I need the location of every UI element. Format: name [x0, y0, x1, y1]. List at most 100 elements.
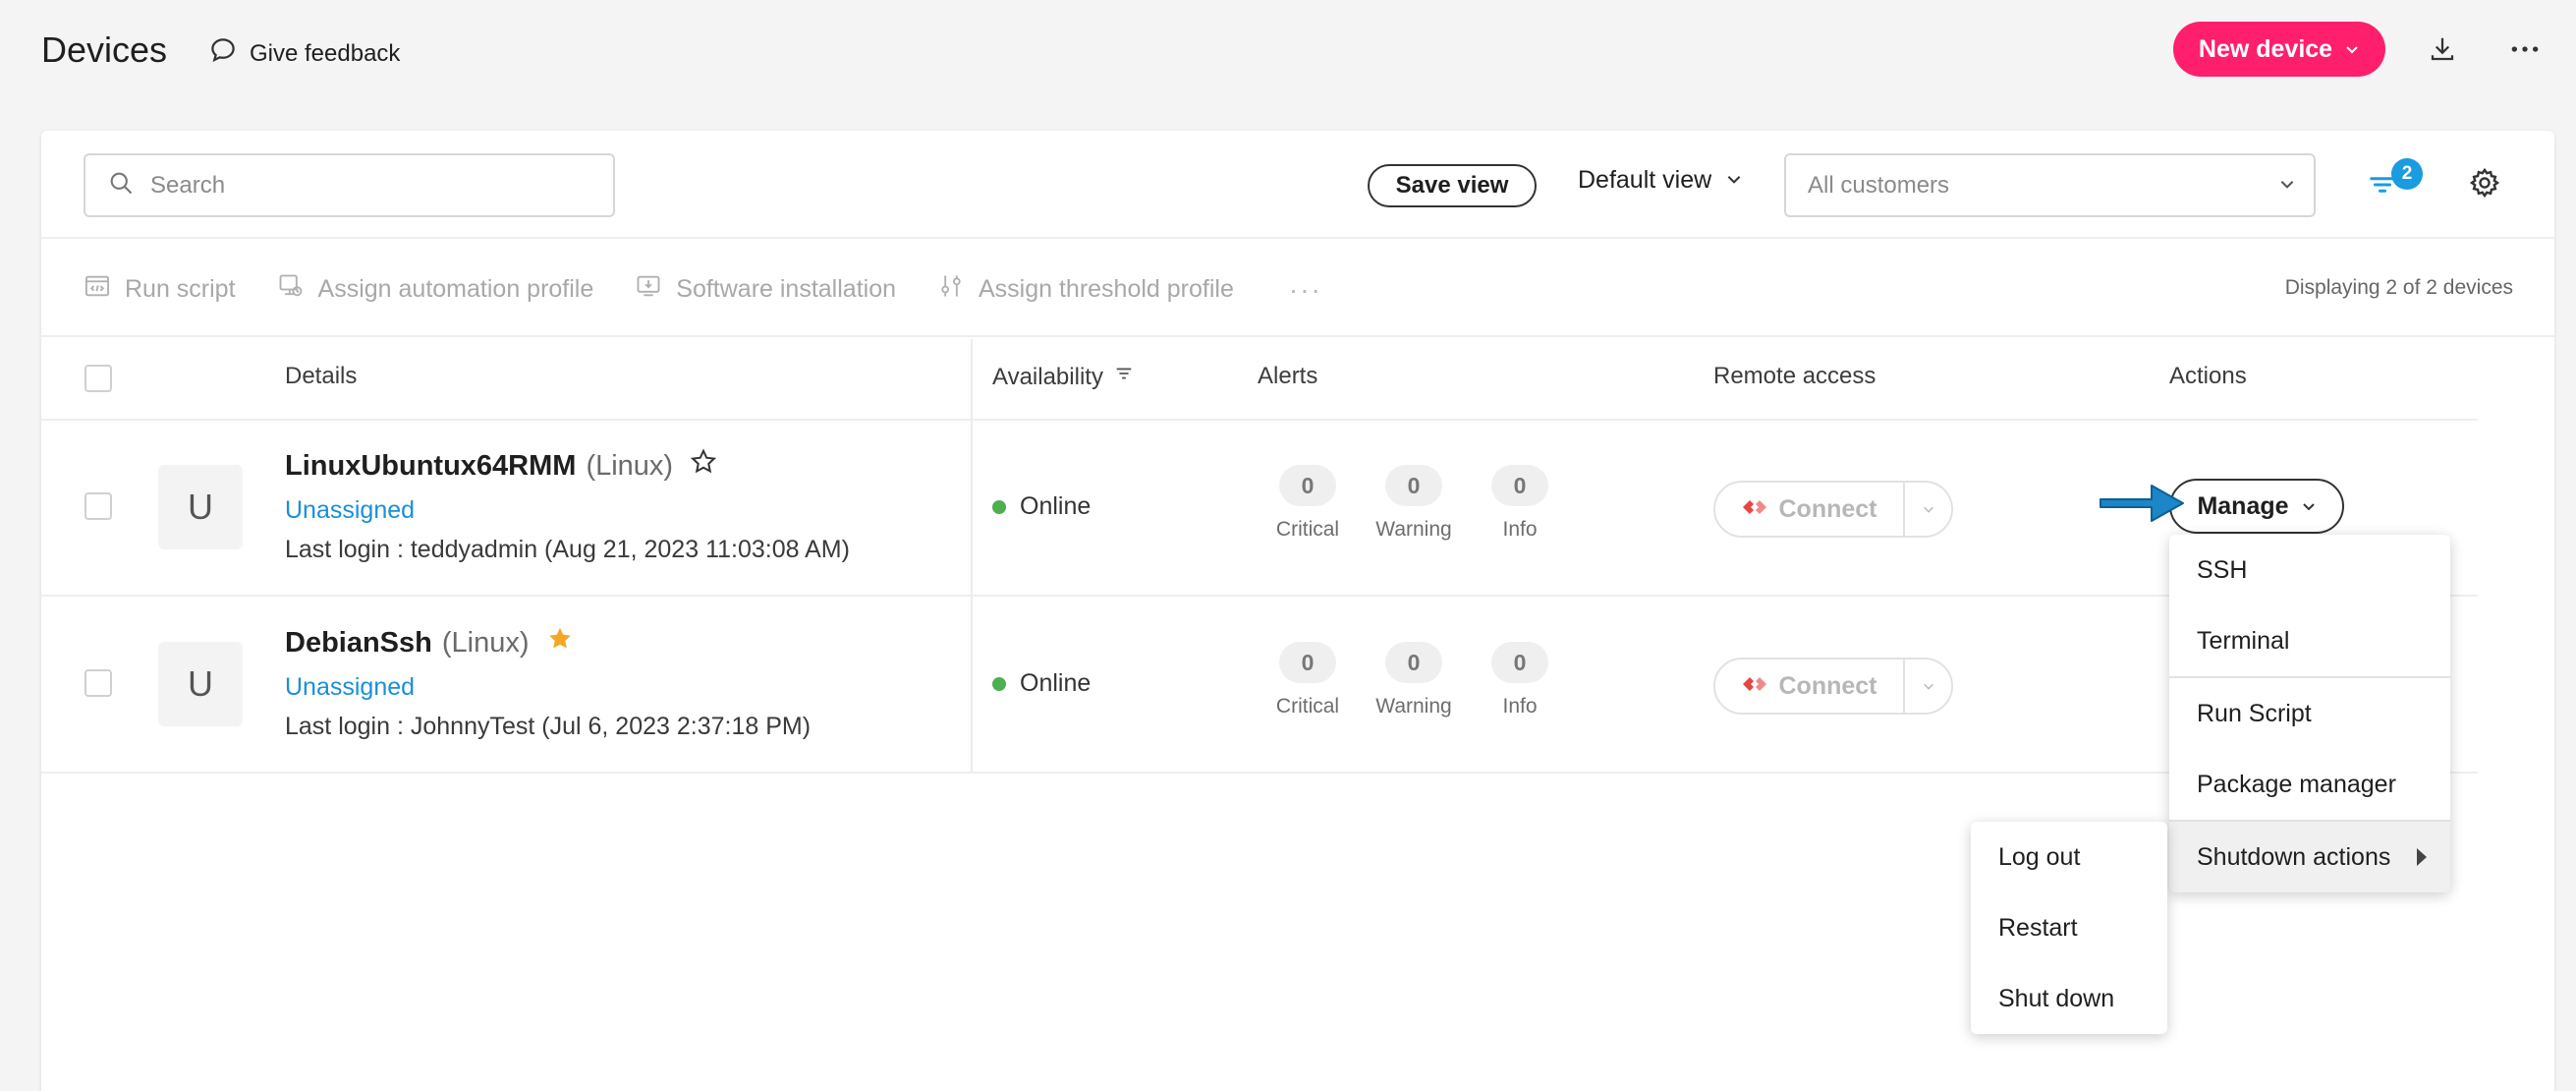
search-input[interactable]: [150, 171, 583, 200]
alert-count: 0: [1279, 642, 1336, 683]
column-header-details: Details: [285, 363, 358, 389]
alert-warning[interactable]: 0 Warning: [1370, 642, 1458, 718]
connect-button[interactable]: Connect: [1715, 483, 1905, 536]
alert-count: 0: [1385, 465, 1442, 506]
alert-warning[interactable]: 0 Warning: [1370, 465, 1458, 542]
caret-right-icon: [2417, 848, 2427, 866]
remote-connect-icon: [1742, 672, 1767, 701]
menu-item-package-manager[interactable]: Package manager: [2169, 749, 2450, 820]
row-checkbox[interactable]: [84, 492, 112, 520]
filter-count-badge: 2: [2391, 158, 2423, 190]
assign-threshold-label: Assign threshold profile: [979, 275, 1234, 303]
column-header-alerts: Alerts: [1258, 363, 1318, 389]
divider: [41, 237, 2554, 239]
customers-placeholder: All customers: [1808, 171, 1950, 199]
alert-label: Critical: [1275, 518, 1340, 541]
alert-count: 0: [1385, 642, 1442, 683]
menu-item-shut-down[interactable]: Shut down: [1971, 963, 2167, 1034]
select-all-checkbox[interactable]: [84, 365, 112, 392]
chevron-down-icon: [1725, 166, 1743, 195]
filter-button[interactable]: 2: [2368, 158, 2423, 207]
connect-split-button: Connect: [1713, 481, 1953, 538]
menu-item-log-out[interactable]: Log out: [1971, 822, 2167, 892]
alert-count: 0: [1279, 465, 1336, 506]
alert-label: Warning: [1375, 695, 1452, 718]
row-checkbox[interactable]: [84, 669, 112, 697]
assign-automation-action[interactable]: Assign automation profile: [277, 272, 594, 307]
device-name-text: DebianSsh: [285, 626, 432, 659]
give-feedback-link[interactable]: Give feedback: [208, 35, 400, 72]
device-name[interactable]: LinuxUbuntux64RMM (Linux): [285, 447, 718, 485]
remote-connect-icon: [1742, 495, 1767, 524]
download-icon[interactable]: [2423, 29, 2462, 69]
more-actions-icon[interactable]: ···: [1289, 274, 1322, 306]
alert-critical[interactable]: 0 Critical: [1263, 465, 1352, 542]
more-options-icon[interactable]: [2505, 29, 2545, 69]
device-count-text: Displaying 2 of 2 devices: [2284, 276, 2513, 299]
save-view-button[interactable]: Save view: [1368, 164, 1537, 207]
availability-status: Online: [992, 492, 1091, 521]
manage-menu: SSH Terminal Run Script Package manager …: [2169, 535, 2450, 892]
avatar: U: [158, 642, 243, 726]
device-assignment-link[interactable]: Unassigned: [285, 673, 415, 702]
default-view-label: Default view: [1578, 166, 1712, 194]
assign-threshold-action[interactable]: Assign threshold profile: [937, 272, 1234, 307]
availability-status-text: Online: [1020, 669, 1092, 697]
menu-item-shutdown-actions[interactable]: Shutdown actions: [2169, 822, 2450, 892]
avatar: U: [158, 465, 243, 549]
menu-item-terminal[interactable]: Terminal: [2169, 605, 2450, 676]
column-header-remote-access: Remote access: [1713, 363, 1876, 389]
assign-automation-label: Assign automation profile: [317, 275, 594, 303]
new-device-label: New device: [2198, 34, 2333, 63]
customers-select[interactable]: All customers: [1784, 153, 2316, 217]
chevron-down-icon: [2344, 35, 2360, 64]
star-outline-icon[interactable]: [689, 447, 718, 485]
alert-count: 0: [1491, 465, 1548, 506]
online-status-dot: [992, 499, 1006, 514]
software-installation-action[interactable]: Software installation: [635, 272, 896, 307]
shutdown-submenu: Log out Restart Shut down: [1971, 822, 2167, 1034]
table-row[interactable]: U DebianSsh (Linux) Unassigned Last logi…: [41, 597, 2478, 772]
connect-label: Connect: [1778, 494, 1877, 523]
device-os: (Linux): [441, 626, 530, 659]
menu-item-ssh[interactable]: SSH: [2169, 535, 2450, 605]
availability-label: Availability: [992, 363, 1103, 390]
alert-info[interactable]: 0 Info: [1476, 642, 1564, 718]
column-header-availability[interactable]: Availability: [992, 363, 1135, 391]
software-installation-label: Software installation: [676, 275, 896, 303]
chevron-down-icon: [2278, 172, 2296, 200]
manage-button[interactable]: Manage: [2169, 479, 2344, 534]
code-window-icon: [84, 272, 111, 307]
menu-item-run-script[interactable]: Run Script: [2169, 678, 2450, 749]
star-filled-icon[interactable]: [545, 624, 575, 661]
connect-label: Connect: [1778, 671, 1877, 700]
search-icon: [107, 169, 135, 201]
alert-label: Warning: [1375, 518, 1452, 541]
search-box[interactable]: [84, 153, 615, 217]
shutdown-actions-label: Shutdown actions: [2197, 842, 2391, 871]
new-device-button[interactable]: New device: [2173, 22, 2385, 77]
device-last-login: Last login : JohnnyTest (Jul 6, 2023 2:3…: [285, 713, 812, 740]
device-assignment-link[interactable]: Unassigned: [285, 496, 415, 525]
alert-label: Info: [1502, 518, 1538, 541]
connect-button[interactable]: Connect: [1715, 660, 1905, 713]
bulk-action-toolbar: Run script Assign automation profile Sof…: [84, 272, 1322, 307]
connect-options-chevron-down-icon[interactable]: [1905, 679, 1951, 693]
device-last-login: Last login : teddyadmin (Aug 21, 2023 11…: [285, 536, 850, 563]
divider: [41, 335, 2554, 337]
alert-info[interactable]: 0 Info: [1476, 465, 1564, 542]
alert-critical[interactable]: 0 Critical: [1263, 642, 1352, 718]
settings-gear-icon[interactable]: [2468, 166, 2503, 201]
device-name[interactable]: DebianSsh (Linux): [285, 624, 575, 661]
run-script-action[interactable]: Run script: [84, 272, 236, 307]
alert-count: 0: [1491, 642, 1548, 683]
divider: [41, 772, 2478, 774]
speech-bubble-icon: [208, 35, 238, 72]
connect-options-chevron-down-icon[interactable]: [1905, 502, 1951, 516]
install-icon: [635, 272, 662, 307]
feedback-label: Give feedback: [250, 39, 401, 67]
default-view-dropdown[interactable]: Default view: [1578, 166, 1743, 195]
connect-split-button: Connect: [1713, 658, 1953, 715]
menu-item-restart[interactable]: Restart: [1971, 892, 2167, 963]
availability-status-text: Online: [1020, 492, 1092, 520]
